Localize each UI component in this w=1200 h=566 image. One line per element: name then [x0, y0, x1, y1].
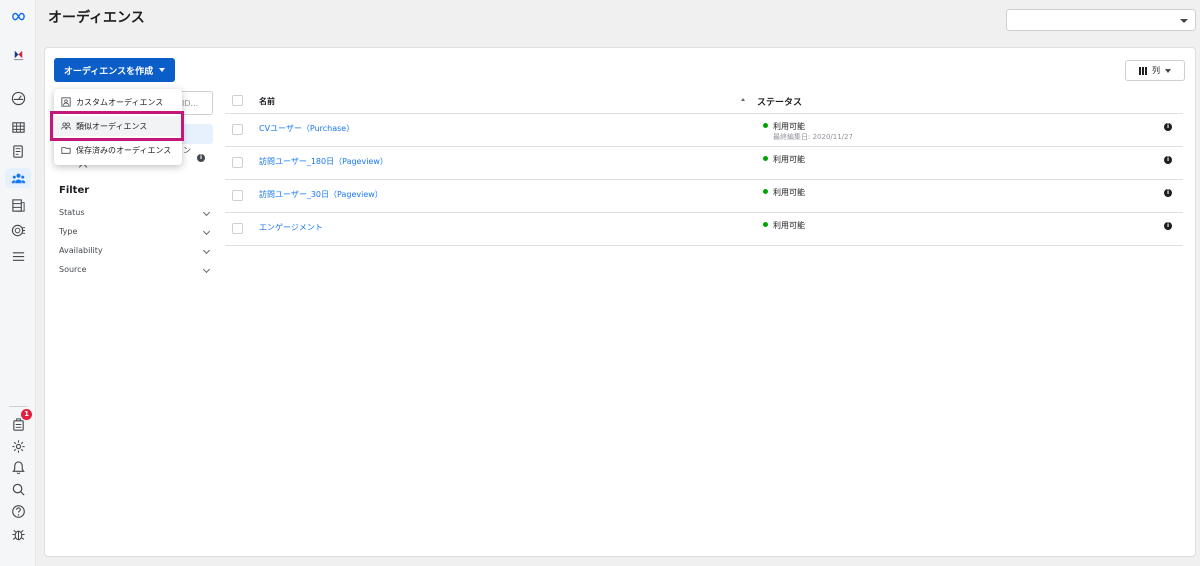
settings-icon[interactable] [8, 436, 28, 456]
chevron-down-icon [202, 265, 211, 274]
status-text: 利用可能 [773, 221, 805, 230]
create-audience-label: オーディエンスを作成 [63, 66, 154, 77]
database-icon[interactable] [8, 195, 28, 215]
filter-availability[interactable]: Availability [59, 246, 211, 260]
filter-title: Filter [59, 185, 90, 196]
audience-name-link[interactable]: エンゲージメント [259, 222, 323, 233]
filter-label: Availability [59, 246, 103, 255]
filter-status[interactable]: Status [59, 208, 211, 222]
bell-icon[interactable] [8, 457, 28, 477]
chevron-down-icon [1180, 19, 1188, 23]
chevron-down-icon [202, 208, 211, 217]
help-icon[interactable] [8, 501, 28, 521]
pages-icon[interactable] [8, 141, 28, 161]
notification-badge: 1 [21, 409, 32, 420]
sidebar-item-partial-label: ン [183, 146, 191, 155]
sort-asc-icon[interactable] [741, 98, 745, 101]
meta-logo-icon[interactable] [8, 6, 28, 26]
table-icon[interactable] [8, 117, 28, 137]
brand-logo-icon [8, 44, 28, 64]
account-select[interactable] [1006, 9, 1196, 31]
row-checkbox[interactable] [232, 124, 243, 135]
page-title: オーディエンス [48, 10, 145, 26]
audience-name-link[interactable]: 訪問ユーザー_180日（Pageview） [259, 156, 388, 167]
audience-name-link[interactable]: CVユーザー（Purchase） [259, 123, 354, 134]
saved-audience-icon [61, 145, 71, 155]
menu-item-lookalike-audience[interactable]: 類似オーディエンス [54, 116, 182, 136]
rail-divider [9, 406, 27, 407]
row-checkbox[interactable] [232, 157, 243, 168]
chevron-down-icon [202, 227, 211, 236]
table-row[interactable]: 訪問ユーザー_180日（Pageview） 利用可能 i [225, 147, 1183, 180]
table-row[interactable]: CVユーザー（Purchase） 利用可能 最終編集日: 2020/11/27 … [225, 114, 1183, 147]
search-icon[interactable] [8, 479, 28, 499]
column-header-name[interactable]: 名前 [259, 96, 275, 107]
lookalike-audience-icon [61, 121, 71, 131]
status-dot [763, 222, 768, 227]
audience-icon[interactable] [5, 168, 31, 188]
dashboard-icon[interactable] [8, 88, 28, 108]
menu-item-label: 保存済みのオーディエンス [76, 145, 172, 155]
row-checkbox[interactable] [232, 223, 243, 234]
filter-type[interactable]: Type [59, 227, 211, 241]
left-nav-rail: 1 [0, 0, 36, 566]
caret-down-icon [1165, 68, 1171, 73]
column-header-status[interactable]: ステータス [757, 95, 802, 108]
search-placeholder: ID... [182, 99, 199, 108]
info-icon[interactable]: i [1164, 123, 1172, 131]
filter-label: Status [59, 208, 85, 217]
events-icon[interactable] [8, 220, 28, 240]
bug-icon[interactable] [8, 524, 28, 544]
status-text: 利用可能 [773, 188, 805, 197]
info-icon[interactable]: i [1164, 156, 1172, 164]
status-text: 利用可能 [773, 122, 805, 131]
table-row[interactable]: 訪問ユーザー_30日（Pageview） 利用可能 i [225, 180, 1183, 213]
columns-icon [1139, 66, 1147, 75]
menu-icon[interactable] [8, 246, 28, 266]
info-icon[interactable]: i [1164, 222, 1172, 230]
create-audience-button[interactable]: オーディエンスを作成 [54, 58, 175, 82]
status-text: 利用可能 [773, 155, 805, 164]
table-row[interactable]: エンゲージメント 利用可能 i [225, 213, 1183, 246]
main-card: オーディエンスを作成 列 ID... ン i Filter Status Typ… [44, 47, 1196, 557]
chevron-down-icon [202, 246, 211, 255]
audience-name-link[interactable]: 訪問ユーザー_30日（Pageview） [259, 189, 383, 200]
filter-label: Source [59, 265, 87, 274]
menu-item-label: カスタムオーディエンス [76, 97, 164, 107]
notifications-page-icon[interactable]: 1 [8, 409, 32, 434]
status-dot [763, 156, 768, 161]
create-audience-menu: カスタムオーディエンス 類似オーディエンス 保存済みのオーディエンス [54, 89, 182, 165]
table-header: 名前 ステータス [225, 88, 1183, 114]
menu-item-saved-audience[interactable]: 保存済みのオーディエンス [54, 140, 182, 160]
info-icon[interactable]: i [197, 154, 205, 162]
filter-label: Type [59, 227, 78, 236]
status-dot [763, 123, 768, 128]
custom-audience-icon [61, 97, 71, 107]
menu-item-custom-audience[interactable]: カスタムオーディエンス [54, 92, 182, 112]
columns-label: 列 [1152, 66, 1160, 75]
row-checkbox[interactable] [232, 190, 243, 201]
filter-source[interactable]: Source [59, 265, 211, 279]
caret-down-icon [159, 68, 166, 72]
menu-item-label: 類似オーディエンス [76, 121, 148, 131]
last-edited-text: 最終編集日: 2020/11/27 [773, 133, 853, 141]
columns-button[interactable]: 列 [1125, 60, 1185, 81]
select-all-checkbox[interactable] [232, 95, 243, 106]
status-dot [763, 189, 768, 194]
info-icon[interactable]: i [1164, 189, 1172, 197]
